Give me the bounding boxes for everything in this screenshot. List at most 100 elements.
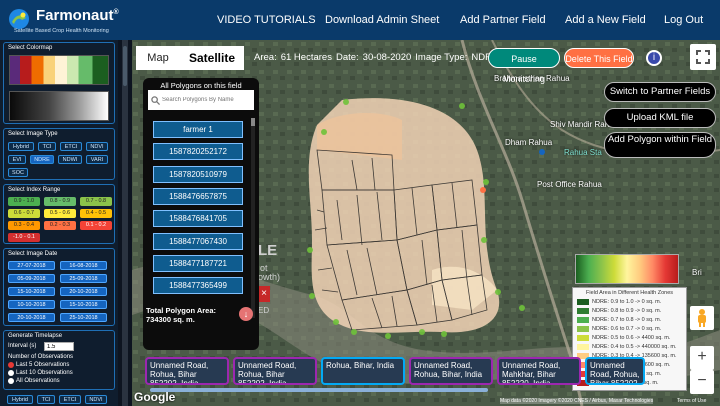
area-label: Area:	[254, 52, 277, 63]
image-type-ndre[interactable]: NDRE	[30, 155, 54, 164]
image-type-tci[interactable]: TCI	[38, 142, 56, 151]
google-logo: Google	[134, 390, 176, 404]
colormap-preview-top[interactable]	[9, 55, 109, 85]
legend-swatch	[577, 308, 589, 314]
polygon-search-input[interactable]	[162, 97, 254, 103]
colormap-preview-bottom[interactable]	[9, 91, 109, 121]
legend-row: NDRE: 0.7 to 0.8 -> 0 sq. m.	[577, 317, 661, 323]
image-date-chip[interactable]: 20-10-2018	[60, 287, 107, 296]
info-icon[interactable]: i	[646, 50, 662, 66]
nav-download-admin-sheet[interactable]: Download Admin Sheet	[325, 14, 439, 26]
image-type-ndwi[interactable]: NDWI	[58, 155, 82, 164]
interval-label: Interval (s)	[8, 343, 37, 349]
bottom-type-hybrid[interactable]: Hybrid	[7, 395, 33, 404]
index-range-chip[interactable]: 0.5 - 0.6	[44, 209, 76, 218]
interval-input[interactable]	[44, 342, 74, 351]
date-value: 30-08-2020	[362, 52, 412, 63]
image-type-section: Select Image Type Hybrid TCI ETCI NDVI E…	[3, 128, 115, 180]
address-card[interactable]: Unnamed Road, Mahkhar, Bihar 852220, Ind…	[497, 357, 581, 385]
bottom-type-tci[interactable]: TCI	[37, 395, 55, 404]
image-date-chip[interactable]: 05-09-2018	[8, 274, 55, 283]
polygon-list-item[interactable]: farmer 1	[153, 121, 243, 138]
nav-add-new-field[interactable]: Add a New Field	[565, 14, 646, 26]
address-card[interactable]: Unnamed Road, Rohua, Bihar 852202, India	[585, 357, 645, 385]
image-type-ndvi[interactable]: NDVI	[86, 142, 108, 151]
zoom-out-button[interactable]: −	[690, 370, 714, 394]
terms-of-use-link[interactable]: Terms of Use	[677, 398, 706, 404]
upload-kml-button[interactable]: Upload KML file	[604, 108, 716, 128]
polygon-list-item[interactable]: 1588476657875	[153, 187, 243, 205]
polygon-panel: All Polygons on this field farmer 1 15878…	[143, 78, 259, 350]
polygon-list-item[interactable]: 1588477067430	[153, 232, 243, 250]
image-type-etci[interactable]: ETCI	[60, 142, 82, 151]
legend-swatch	[577, 335, 589, 341]
image-date-chip[interactable]: 27-07-2018	[8, 261, 55, 270]
add-polygon-button[interactable]: Add Polygon within Field	[604, 132, 716, 158]
observations-label: Number of Observations	[8, 354, 74, 360]
index-range-chip[interactable]: 0.4 - 0.5	[80, 209, 112, 218]
image-type-soc[interactable]: SOC	[8, 168, 28, 177]
image-type-evi[interactable]: EVI	[8, 155, 26, 164]
image-type-vari[interactable]: VARI	[86, 155, 108, 164]
zoom-in-button[interactable]: +	[690, 346, 714, 370]
index-range-chip[interactable]: 0.6 - 0.7	[8, 209, 40, 218]
image-date-chip[interactable]: 25-09-2018	[60, 274, 107, 283]
polygon-list-item[interactable]: 1588477365499	[153, 277, 243, 295]
index-range-chip[interactable]: 0.2 - 0.3	[44, 221, 76, 230]
radio-icon	[8, 378, 14, 384]
image-type-label: Select Image Type	[8, 131, 58, 137]
pause-monitoring-button[interactable]: Pause Monitoring	[488, 48, 560, 84]
image-date-chip[interactable]: 15-10-2018	[60, 300, 107, 309]
address-card[interactable]: Unnamed Road, Rohua, Bihar, India	[409, 357, 493, 385]
brand-logo[interactable]: Farmonaut® Satellite Based Crop Health M…	[6, 5, 126, 37]
delete-field-button[interactable]: Delete This Field	[564, 48, 634, 68]
fullscreen-icon[interactable]	[690, 44, 716, 70]
image-date-chip[interactable]: 16-08-2018	[60, 261, 107, 270]
index-range-chip[interactable]: 0.3 - 0.4	[8, 221, 40, 230]
index-range-chip[interactable]: 0.8 - 0.9	[44, 197, 76, 206]
nav-log-out[interactable]: Log Out	[664, 14, 703, 26]
scrollbar-thumb[interactable]	[123, 46, 127, 86]
address-card[interactable]: Rohua, Bihar, India	[321, 357, 405, 385]
red-x-icon[interactable]: ×	[258, 286, 270, 302]
legend-swatch	[577, 317, 589, 323]
image-date-chip[interactable]: 10-10-2018	[8, 300, 55, 309]
observation-option-3[interactable]: All Observations	[8, 378, 60, 384]
radio-selected-icon	[8, 362, 14, 368]
image-date-chip[interactable]: 20-10-2018	[8, 313, 55, 322]
address-scroll-track[interactable]	[150, 388, 488, 392]
brand-name: Farmonaut®	[36, 7, 119, 24]
polygon-list-item[interactable]: 1587820252172	[153, 143, 243, 161]
observation-option-1[interactable]: Last 5 Observations	[8, 362, 69, 368]
legend-swatch	[577, 299, 589, 305]
total-polygon-area: Total Polygon Area: 734300 sq. m.	[146, 306, 217, 324]
bottom-type-ndvi[interactable]: NDVI	[85, 395, 107, 404]
polygon-list-scrollbar[interactable]	[251, 118, 255, 318]
image-date-chip[interactable]: 25-10-2018	[60, 313, 107, 322]
image-date-section: Select Image Date 27-07-2018 16-08-2018 05…	[3, 248, 115, 326]
ndre-colorbar	[575, 254, 679, 284]
legend-row: NDRE: 0.6 to 0.7 -> 0 sq. m.	[577, 326, 661, 332]
tab-satellite[interactable]: Satellite	[180, 46, 244, 70]
image-date-chip[interactable]: 15-10-2018	[8, 287, 55, 296]
polygon-list-item[interactable]: 1588476841705	[153, 210, 243, 228]
bottom-type-etci[interactable]: ETCI	[59, 395, 81, 404]
tab-map[interactable]: Map	[136, 46, 180, 70]
sidebar-scrollbar[interactable]	[122, 40, 128, 406]
download-icon[interactable]: ↓	[239, 307, 253, 321]
nav-add-partner-field[interactable]: Add Partner Field	[460, 14, 546, 26]
index-range-chip[interactable]: -1.0 - 0.1	[8, 233, 40, 242]
index-range-chip[interactable]: 0.1 - 0.2	[80, 221, 112, 230]
switch-partner-fields-button[interactable]: Switch to Partner Fields	[604, 82, 716, 102]
address-card[interactable]: Unnamed Road, Rohua, Bihar 852202, India	[145, 357, 229, 385]
pegman-icon[interactable]	[690, 306, 714, 330]
polygon-list-item[interactable]: 1588477187721	[153, 254, 243, 272]
image-type-hybrid[interactable]: Hybrid	[8, 142, 34, 151]
polygon-search-box[interactable]	[148, 90, 254, 110]
address-card[interactable]: Unnamed Road, Rohua, Bihar 852202, India	[233, 357, 317, 385]
polygon-list-item[interactable]: 1587820510979	[153, 165, 243, 183]
nav-video-tutorials[interactable]: VIDEO TUTORIALS	[217, 14, 316, 26]
index-range-chip[interactable]: 0.9 - 1.0	[8, 197, 40, 206]
index-range-chip[interactable]: 0.7 - 0.8	[80, 197, 112, 206]
observation-option-2[interactable]: Last 10 Observations	[8, 370, 73, 376]
